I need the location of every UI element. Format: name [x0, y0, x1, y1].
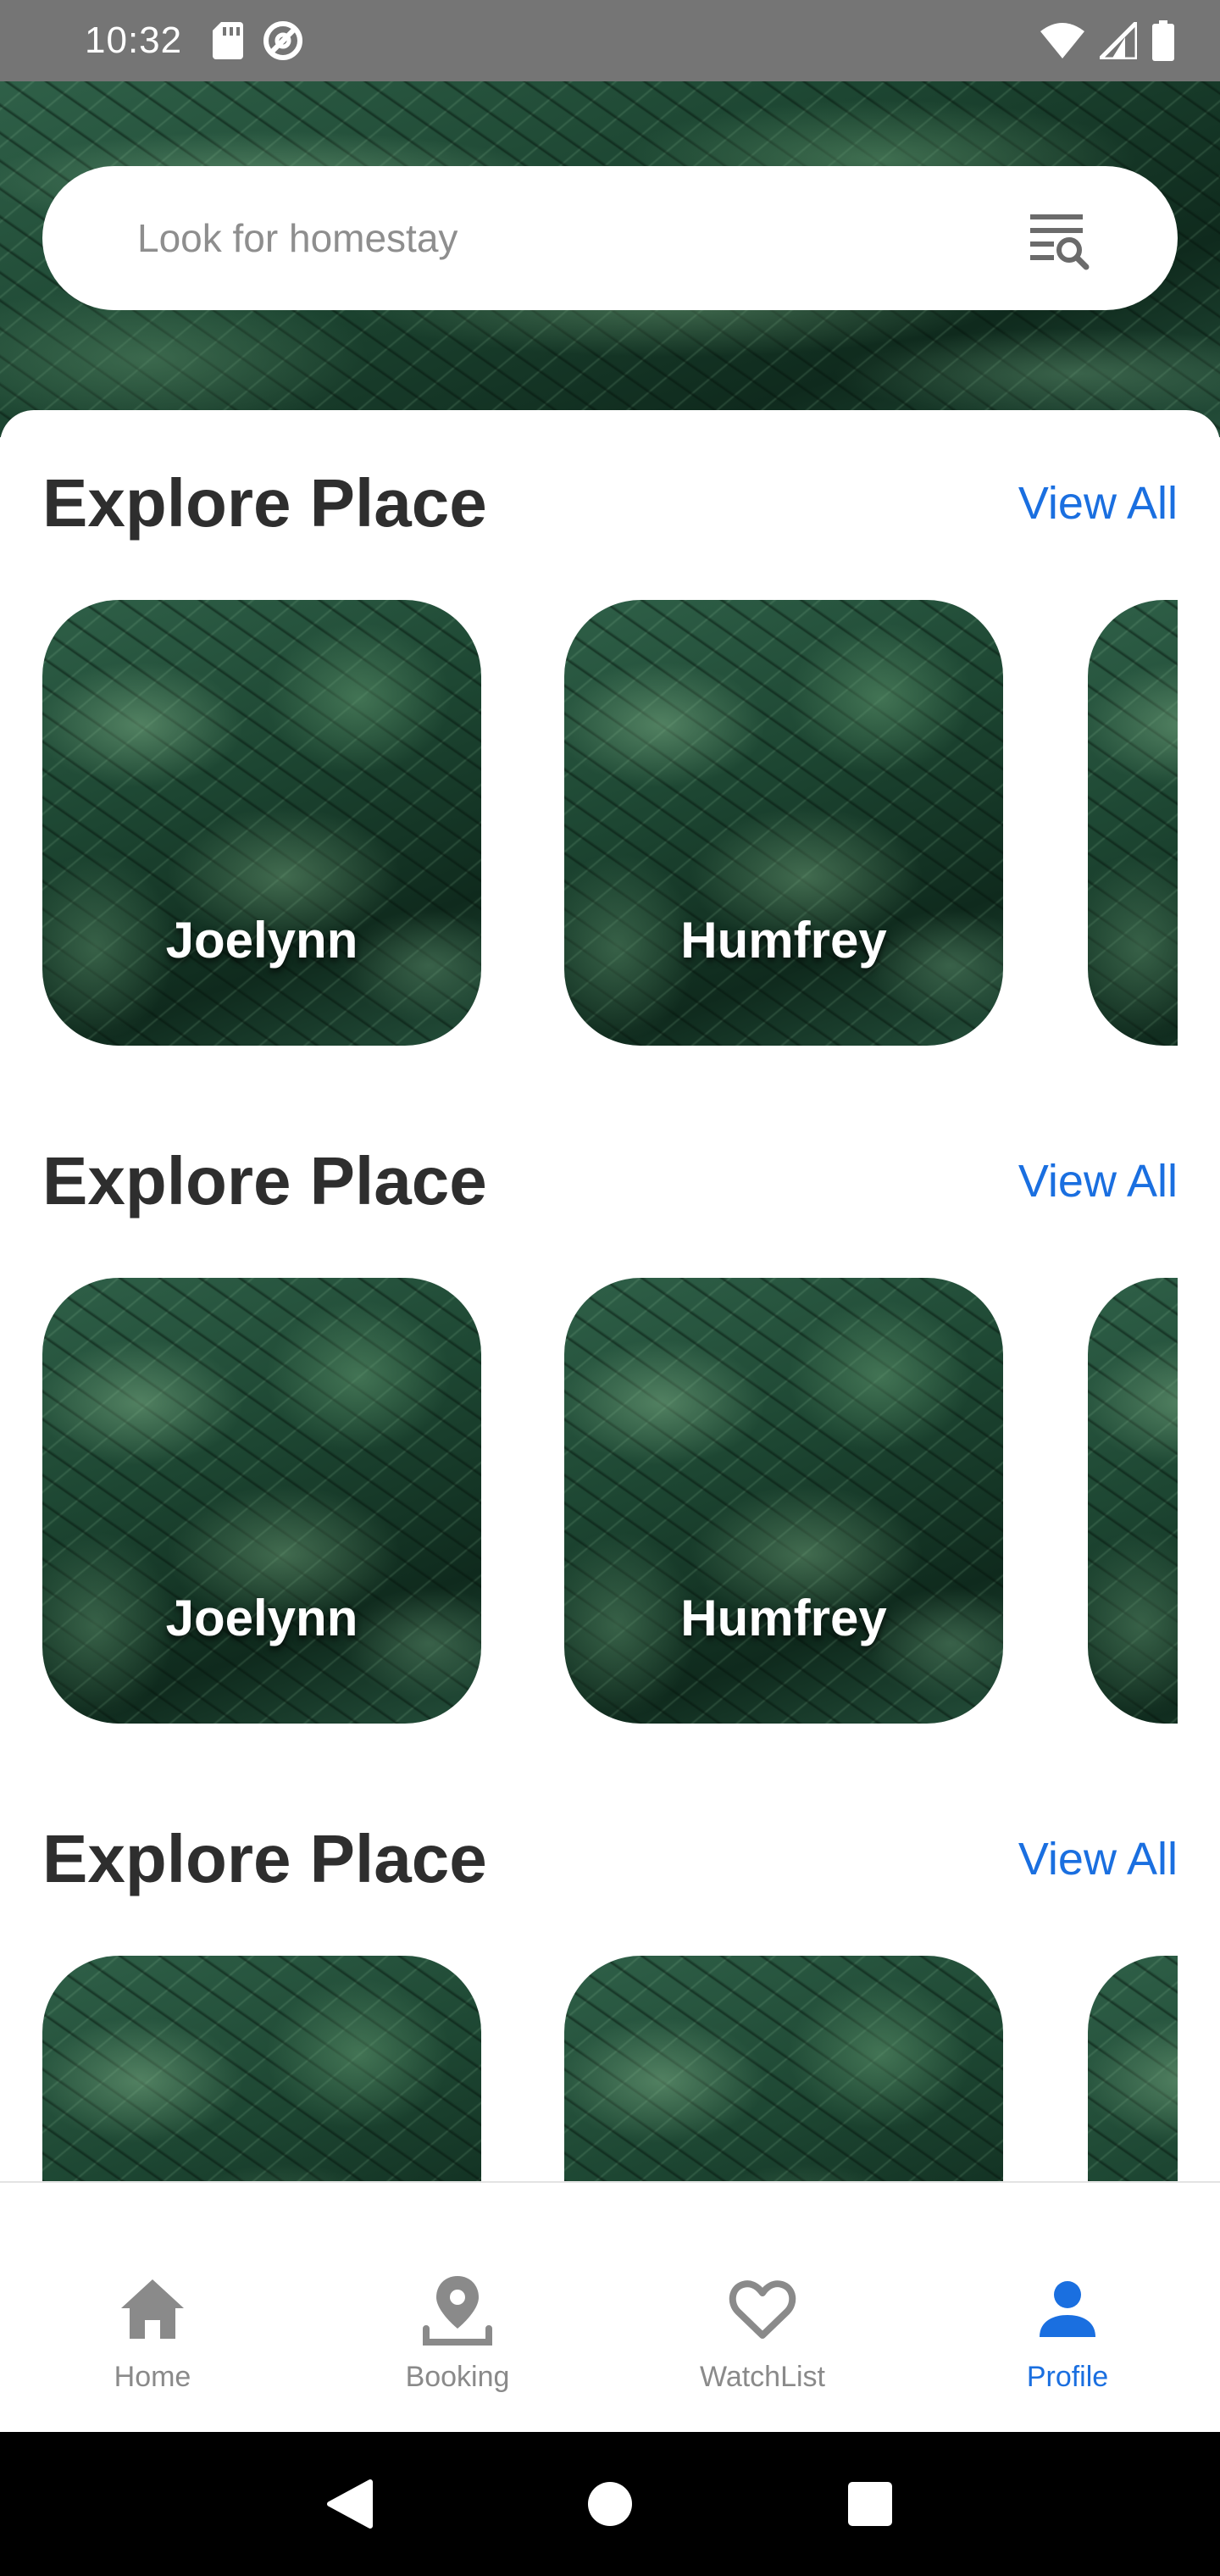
section-title: Explore Place [42, 465, 487, 541]
recents-button[interactable] [840, 2474, 900, 2534]
place-card-label: Joelynn [165, 1590, 358, 1646]
explore-section: Explore Place View All [0, 1766, 1220, 2181]
place-card-label: Humfrey [680, 912, 887, 969]
nav-label: Booking [405, 2361, 510, 2393]
place-card[interactable] [1088, 600, 1178, 1046]
place-card[interactable]: Humfrey [564, 1278, 1003, 1724]
status-time: 10:32 [85, 19, 183, 61]
home-circle-icon [587, 2482, 632, 2526]
explore-section: Explore Place View All Joelynn Humfrey [0, 410, 1220, 1088]
nav-label: Profile [1026, 2361, 1109, 2393]
sd-card-icon [213, 22, 244, 59]
section-header: Explore Place View All [42, 461, 1178, 546]
nav-item-home[interactable]: Home [0, 2183, 305, 2432]
place-card[interactable] [1088, 1278, 1178, 1724]
battery-icon [1152, 20, 1174, 61]
nav-item-watchlist[interactable]: WatchList [610, 2183, 915, 2432]
status-bar: 10:32 [0, 0, 1220, 81]
nav-item-booking[interactable]: Booking [305, 2183, 610, 2432]
nav-item-profile[interactable]: Profile [915, 2183, 1220, 2432]
back-button[interactable] [320, 2474, 380, 2534]
home-icon [121, 2279, 184, 2339]
heart-icon [729, 2280, 796, 2339]
bottom-navigation: Home Booking WatchList Profile [0, 2181, 1220, 2432]
explore-section: Explore Place View All Joelynn Humfrey [0, 1088, 1220, 1766]
search-filter-icon[interactable] [1025, 204, 1093, 272]
home-button[interactable] [580, 2474, 640, 2534]
place-card-label: Joelynn [165, 912, 358, 969]
nav-label: Home [114, 2361, 191, 2393]
wifi-icon [1040, 23, 1084, 58]
view-all-link[interactable]: View All [1018, 1155, 1178, 1208]
cell-signal-icon [1100, 22, 1137, 59]
place-card[interactable]: Humfrey [564, 600, 1003, 1046]
place-card[interactable] [1088, 1956, 1178, 2181]
status-right-icons [1040, 20, 1174, 61]
system-navigation-bar [0, 2432, 1220, 2576]
place-cards-carousel[interactable]: Joelynn Humfrey [42, 600, 1178, 1046]
section-header: Explore Place View All [42, 1139, 1178, 1224]
status-left-icons [213, 19, 304, 62]
place-card[interactable]: Joelynn [42, 1278, 481, 1724]
search-input[interactable]: Look for homestay [137, 215, 458, 261]
place-cards-carousel[interactable]: Joelynn Humfrey [42, 1278, 1178, 1724]
main-content[interactable]: Explore Place View All Joelynn Humfrey E… [0, 410, 1220, 2181]
nav-label: WatchList [699, 2361, 825, 2393]
back-triangle-icon [327, 2479, 374, 2529]
at-sign-icon [263, 21, 303, 60]
place-card[interactable]: Joelynn [42, 600, 481, 1046]
recents-square-icon [847, 2482, 892, 2526]
section-title: Explore Place [42, 1143, 487, 1219]
place-card-label: Humfrey [680, 1590, 887, 1646]
view-all-link[interactable]: View All [1018, 1833, 1178, 1885]
place-cards-carousel[interactable] [42, 1956, 1178, 2181]
place-card[interactable] [42, 1956, 481, 2181]
place-card[interactable] [564, 1956, 1003, 2181]
location-pin-icon [423, 2276, 492, 2346]
section-title: Explore Place [42, 1821, 487, 1896]
section-header: Explore Place View All [42, 1817, 1178, 1901]
person-icon [1040, 2281, 1095, 2337]
view-all-link[interactable]: View All [1018, 477, 1178, 530]
search-bar[interactable]: Look for homestay [42, 166, 1178, 310]
